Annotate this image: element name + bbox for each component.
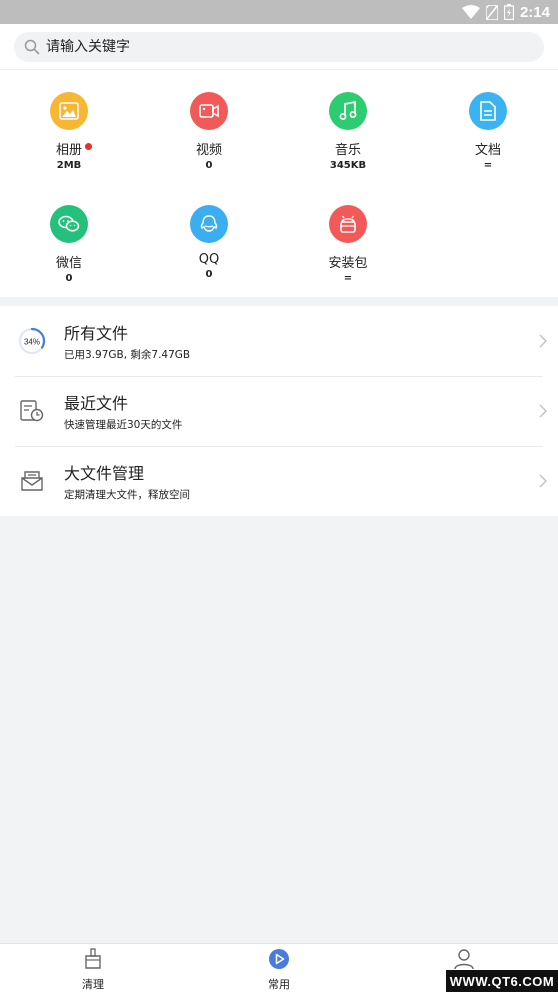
category-document[interactable]: 文档 = [443,92,533,171]
category-size: = [343,273,353,284]
battery-charging-icon [503,4,514,20]
category-size: 0 [205,160,213,171]
category-label: 视频 [195,143,222,158]
category-label: 微信 [55,256,82,271]
list-item-subtitle: 快速管理最近30天的文件 [64,419,183,431]
bottom-navigation: 清理 常用 WWW.QT6.COM [0,943,558,992]
list-item-recent-files[interactable]: 最近文件 快速管理最近30天的文件 [0,376,558,446]
list-item-subtitle: 已用3.97GB, 剩余7.47GB [64,349,191,361]
category-album[interactable]: 相册 2MB [24,92,114,171]
search-input[interactable] [46,39,506,55]
document-icon [469,92,507,130]
chevron-right-icon [528,474,558,488]
nav-tab-common[interactable]: 常用 [249,948,309,992]
category-label: 音乐 [334,143,361,158]
nav-tab-clean[interactable]: 清理 [63,948,123,992]
new-badge-dot [85,143,92,150]
status-bar: 2:14 [0,0,558,24]
no-sim-icon [485,4,498,20]
storage-ring-icon: 34% [0,327,64,355]
nav-label: 清理 [82,978,104,991]
android-icon [329,205,367,243]
category-grid: 相册 2MB 视频 0 音乐 345KB 文档 = 微信 0 QQ 0 安装包 … [0,70,558,297]
category-apk[interactable]: 安装包 = [303,205,393,284]
user-icon [454,949,474,970]
status-icons: 2:14 [461,3,550,21]
search-bar [0,24,558,70]
image-icon [50,92,88,130]
category-label: 安装包 [328,256,368,271]
video-icon [190,92,228,130]
chevron-right-icon [528,404,558,418]
category-label: 相册 [55,143,82,158]
search-box[interactable] [14,32,544,62]
storage-percent: 34% [24,338,40,347]
music-icon [329,92,367,130]
file-menu-list: 34% 所有文件 已用3.97GB, 剩余7.47GB 最近文件 快速管理最近3… [0,306,558,516]
category-size: = [483,160,493,171]
nav-label: 常用 [268,978,290,991]
category-wechat[interactable]: 微信 0 [24,205,114,284]
watermark: WWW.QT6.COM [446,970,558,992]
status-time: 2:14 [519,3,550,21]
list-item-all-files[interactable]: 34% 所有文件 已用3.97GB, 剩余7.47GB [0,306,558,376]
list-item-large-files[interactable]: 大文件管理 定期清理大文件，释放空间 [0,446,558,516]
category-qq[interactable]: QQ 0 [164,205,254,280]
category-size: 0 [65,273,73,284]
chevron-right-icon [528,334,558,348]
broom-icon [85,948,101,969]
list-item-title: 所有文件 [64,324,129,343]
search-icon [24,39,40,55]
play-circle-icon [269,949,289,969]
category-size: 2MB [56,160,82,171]
category-label: QQ [198,252,220,267]
list-item-title: 大文件管理 [64,464,145,483]
wechat-icon [50,205,88,243]
list-item-subtitle: 定期清理大文件，释放空间 [64,489,190,501]
list-item-title: 最近文件 [64,394,129,413]
large-files-icon [0,470,64,492]
wifi-icon [461,5,480,19]
category-music[interactable]: 音乐 345KB [303,92,393,171]
category-size: 345KB [329,160,367,171]
qq-icon [190,205,228,243]
category-size: 0 [205,269,213,280]
category-video[interactable]: 视频 0 [164,92,254,171]
recent-files-icon [0,400,64,422]
category-label: 文档 [474,143,501,158]
